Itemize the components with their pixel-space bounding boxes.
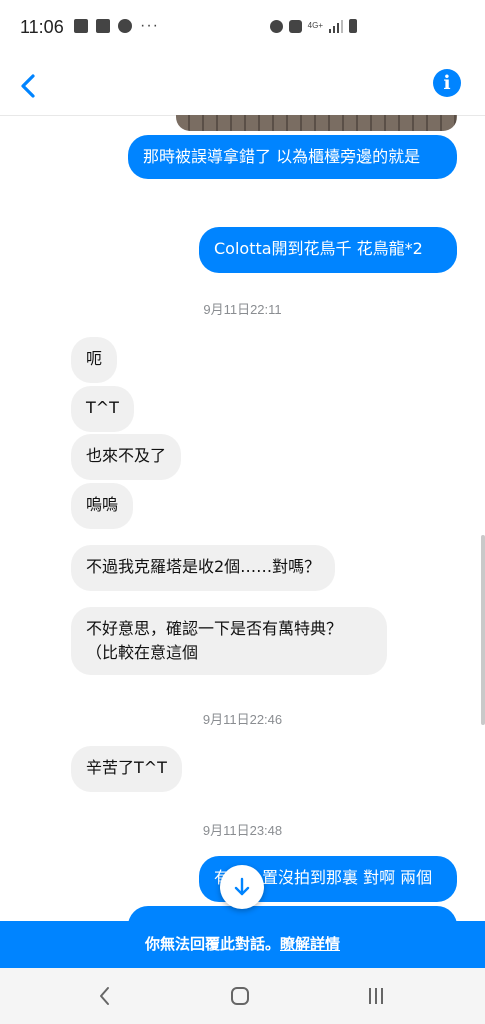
outgoing-message[interactable]: Colotta開到花鳥千 花鳥龍*2 <box>199 227 457 273</box>
learn-more-link[interactable]: 瞭解詳情 <box>280 935 340 953</box>
system-nav-bar <box>0 968 485 1024</box>
scrollbar[interactable] <box>481 535 485 725</box>
nav-back-button[interactable] <box>90 981 120 1011</box>
timestamp: 9月11日22:11 <box>203 302 282 317</box>
status-bar: 11:06 ··· 4G+ <box>0 0 485 60</box>
outgoing-message[interactable]: 那時被誤導拿錯了 以為櫃檯旁邊的就是 <box>128 135 457 179</box>
status-right-icons: 4G+ <box>269 19 357 33</box>
nav-recents-button[interactable] <box>361 981 391 1011</box>
nav-home-button[interactable] <box>225 981 255 1011</box>
incoming-message[interactable]: 也來不及了 <box>71 434 182 480</box>
notes-icon <box>96 19 110 33</box>
alarm-icon <box>269 19 283 33</box>
back-button[interactable] <box>14 68 44 104</box>
incoming-message[interactable]: 呃 <box>71 337 118 383</box>
overflow-icon: ··· <box>140 17 159 34</box>
nav-home-icon <box>231 987 249 1005</box>
incoming-message[interactable]: 不好意思，確認一下是否有萬特典？（比較在意這個 <box>71 607 387 675</box>
nav-back-icon <box>100 987 109 1005</box>
timestamp: 9月11日22:46 <box>202 712 283 727</box>
nav-recents-icon <box>369 988 383 1004</box>
incoming-message[interactable]: 辛苦了T^T <box>71 746 182 792</box>
status-time: 11:06 <box>20 17 64 37</box>
status-left-icons: ··· <box>74 17 159 34</box>
photo-attachment[interactable] <box>176 115 457 131</box>
soccer-ball-icon <box>118 19 132 33</box>
battery-icon <box>349 19 357 33</box>
scroll-to-bottom-button[interactable] <box>220 865 264 909</box>
mute-icon <box>288 19 302 33</box>
info-button[interactable]: i <box>433 69 461 97</box>
message-thread[interactable]: 那時被誤導拿錯了 以為櫃檯旁邊的就是 Colotta開到花鳥千 花鳥龍*2 9月… <box>0 115 485 921</box>
conversation-header: i <box>0 60 485 116</box>
arrow-down-icon <box>234 877 250 896</box>
image-icon <box>74 19 88 33</box>
cannot-reply-banner: 你無法回覆此對話。瞭解詳情 <box>0 921 485 968</box>
timestamp: 9月11日23:48 <box>202 823 283 838</box>
info-icon: i <box>443 72 451 94</box>
network-type: 4G+ <box>307 21 323 30</box>
chevron-left-icon <box>21 74 35 98</box>
outgoing-message-partial[interactable] <box>128 906 457 921</box>
incoming-message[interactable]: T^T <box>71 386 134 432</box>
incoming-message[interactable]: 不過我克羅塔是收2個……對嗎？ <box>71 545 336 591</box>
signal-icon <box>329 20 343 33</box>
incoming-message[interactable]: 嗚嗚 <box>71 483 134 529</box>
banner-text: 你無法回覆此對話。 <box>144 935 280 953</box>
